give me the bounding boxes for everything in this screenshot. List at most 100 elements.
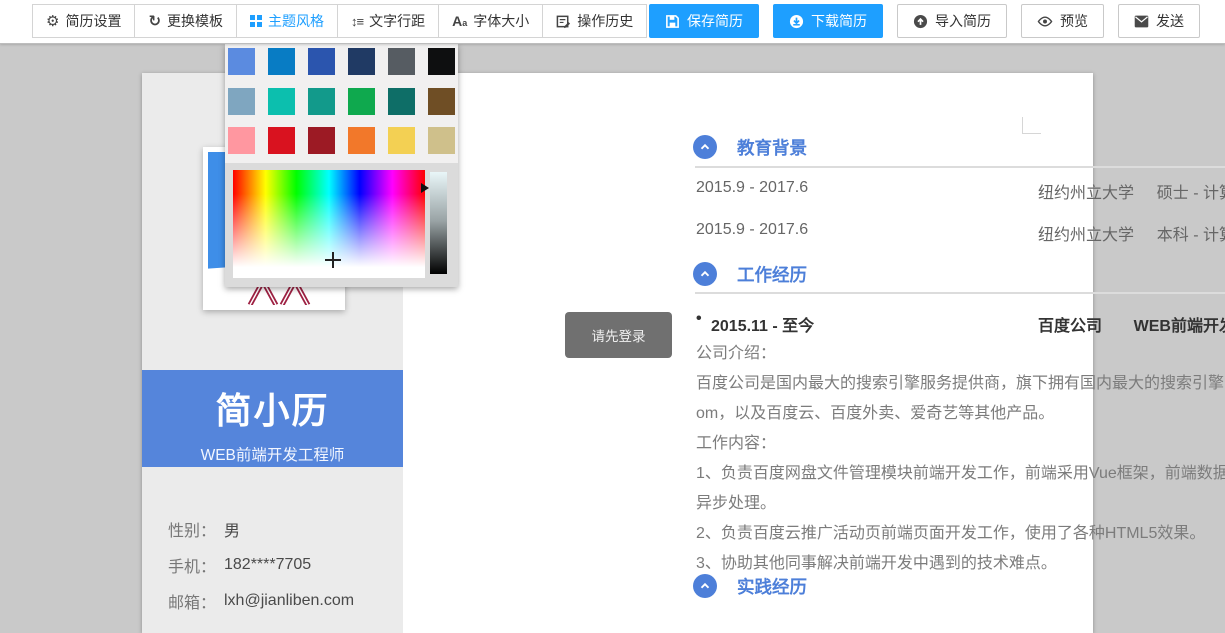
color-swatch[interactable] [388, 127, 415, 154]
education-degree: 硕士 - 计算机专业 [1157, 179, 1225, 203]
action-button-label: 下载简历 [811, 11, 867, 31]
lightness-slider[interactable] [430, 172, 447, 274]
theme-grid-icon [250, 15, 262, 27]
toolbar-button[interactable]: 操作历史 [542, 4, 647, 38]
resume-name: 简小历 [142, 382, 403, 434]
toolbar-button[interactable]: ⚙ 简历设置 [32, 4, 135, 38]
work-description-line: 1、负责百度网盘文件管理模块前端开发工作，前端采用Vue框架，前端数据无刷新异步… [696, 459, 1225, 519]
color-swatch[interactable] [348, 127, 375, 154]
work-heading: 工作经历 [737, 262, 807, 287]
contact-value: 182****7705 [224, 556, 311, 574]
theme-color-picker [225, 44, 458, 287]
color-swatch-grid [228, 48, 455, 154]
gear-icon: ⚙ [46, 14, 59, 29]
work-header-row[interactable]: • 2015.11 - 至今 百度公司 WEB前端开发工程师 [696, 312, 1225, 334]
education-heading: 教育背景 [737, 135, 807, 160]
toolbar-button-label: 主题风格 [268, 11, 324, 31]
action-button-label: 预览 [1060, 11, 1088, 31]
app: ⚙ 简历设置 ↻ 更换模板 主题风格 ↕≡ 文字行距 [0, 0, 1225, 598]
toolbar-button-label: 文字行距 [369, 11, 425, 31]
work-description-line: 公司介绍： [696, 339, 1225, 369]
color-swatch[interactable] [308, 88, 335, 115]
action-button-label: 发送 [1156, 11, 1184, 31]
color-swatch[interactable] [428, 127, 455, 154]
work-description[interactable]: 公司介绍： 百度公司是国内最大的搜索引擎服务提供商，旗下拥有国内最大的搜索引擎b… [696, 339, 1225, 579]
history-icon [556, 14, 571, 29]
contact-row: 手机： 182****7705 [168, 547, 388, 583]
color-swatch[interactable] [268, 127, 295, 154]
contact-value: 男 [224, 517, 240, 541]
toolbar-button[interactable]: ↻ 更换模板 [134, 4, 237, 38]
contact-row: 性别： 男 [168, 511, 388, 547]
action-button[interactable]: 保存简历 [649, 4, 759, 38]
color-swatch[interactable] [228, 88, 255, 115]
work-job-title: WEB前端开发工程师 [1134, 312, 1225, 336]
toolbar-button-label: 操作历史 [577, 11, 633, 31]
color-swatch[interactable] [268, 48, 295, 75]
practice-section-header[interactable]: 实践经历 [693, 574, 807, 598]
color-swatch[interactable] [348, 48, 375, 75]
color-spectrum[interactable] [233, 170, 425, 278]
contact-row: 邮箱： lxh@jianliben.com [168, 583, 388, 619]
toolbar-right-group: 保存简历 下载简历 导入简历 预览 [649, 4, 1200, 38]
practice-section-icon [693, 574, 717, 598]
color-swatch[interactable] [228, 127, 255, 154]
color-swatch[interactable] [428, 88, 455, 115]
font-size-icon: Aa [452, 13, 467, 29]
education-section-header[interactable]: 教育背景 [693, 135, 807, 159]
toolbar-button[interactable]: 主题风格 [236, 4, 338, 38]
resume-name-block[interactable]: 简小历 WEB前端开发工程师 [142, 370, 403, 467]
color-swatch[interactable] [348, 88, 375, 115]
education-row[interactable]: 2015.9 - 2017.6 纽约州立大学 硕士 - 计算机专业 [696, 179, 1225, 221]
work-description-line: 工作内容： [696, 429, 1225, 459]
resume-job-title: WEB前端开发工程师 [142, 443, 403, 465]
education-row[interactable]: 2015.9 - 2017.6 纽约州立大学 本科 - 计算机专业 [696, 221, 1225, 263]
action-button[interactable]: 下载简历 [773, 4, 883, 38]
color-swatch[interactable] [308, 48, 335, 75]
eye-icon [1037, 14, 1053, 29]
contact-label: 性别： [168, 517, 224, 541]
slider-arrow-icon [421, 183, 429, 193]
login-toast: 请先登录 [565, 312, 672, 358]
block-corner-handle [1022, 117, 1041, 134]
color-crosshair[interactable] [325, 252, 341, 268]
download-icon [789, 14, 804, 29]
contact-fields[interactable]: 性别： 男 手机： 182****7705 邮箱： lxh@jianliben.… [168, 511, 388, 619]
toolbar: ⚙ 简历设置 ↻ 更换模板 主题风格 ↕≡ 文字行距 [0, 0, 1225, 44]
work-company: 百度公司 [1038, 312, 1102, 336]
send-icon [1134, 15, 1149, 28]
education-date: 2015.9 - 2017.6 [696, 221, 808, 239]
work-description-line: 2、负责百度云推广活动页前端页面开发工作，使用了各种HTML5效果。 [696, 519, 1225, 549]
color-swatch[interactable] [388, 48, 415, 75]
education-rows[interactable]: 2015.9 - 2017.6 纽约州立大学 硕士 - 计算机专业 2015.9… [696, 179, 1225, 263]
education-section-icon [693, 135, 717, 159]
work-section-header[interactable]: 工作经历 [693, 262, 807, 286]
toolbar-button[interactable]: Aa 字体大小 [438, 4, 543, 38]
action-button-label: 保存简历 [687, 11, 743, 31]
color-swatch[interactable] [308, 127, 335, 154]
section-divider [695, 166, 1225, 168]
education-degree: 本科 - 计算机专业 [1157, 221, 1225, 245]
action-button[interactable]: 发送 [1118, 4, 1200, 38]
contact-value: lxh@jianliben.com [224, 592, 354, 610]
work-bullet: • [696, 310, 702, 328]
import-icon [913, 14, 928, 29]
line-spacing-icon: ↕≡ [351, 14, 363, 29]
education-date: 2015.9 - 2017.6 [696, 179, 808, 197]
color-swatch[interactable] [428, 48, 455, 75]
toolbar-left-group: ⚙ 简历设置 ↻ 更换模板 主题风格 ↕≡ 文字行距 [33, 4, 647, 38]
action-button-label: 导入简历 [935, 11, 991, 31]
practice-heading: 实践经历 [737, 574, 807, 599]
work-section-icon [693, 262, 717, 286]
action-button[interactable]: 导入简历 [897, 4, 1007, 38]
toolbar-button[interactable]: ↕≡ 文字行距 [337, 4, 439, 38]
refresh-icon: ↻ [148, 14, 161, 29]
custom-color-area [225, 163, 458, 287]
color-swatch[interactable] [388, 88, 415, 115]
resume-main: 教育背景 2015.9 - 2017.6 纽约州立大学 硕士 - 计算机专业 2… [693, 73, 1225, 633]
work-date: 2015.11 - 至今 [711, 312, 814, 336]
action-button[interactable]: 预览 [1021, 4, 1104, 38]
color-swatch[interactable] [228, 48, 255, 75]
color-swatch[interactable] [268, 88, 295, 115]
contact-label: 邮箱： [168, 589, 224, 613]
